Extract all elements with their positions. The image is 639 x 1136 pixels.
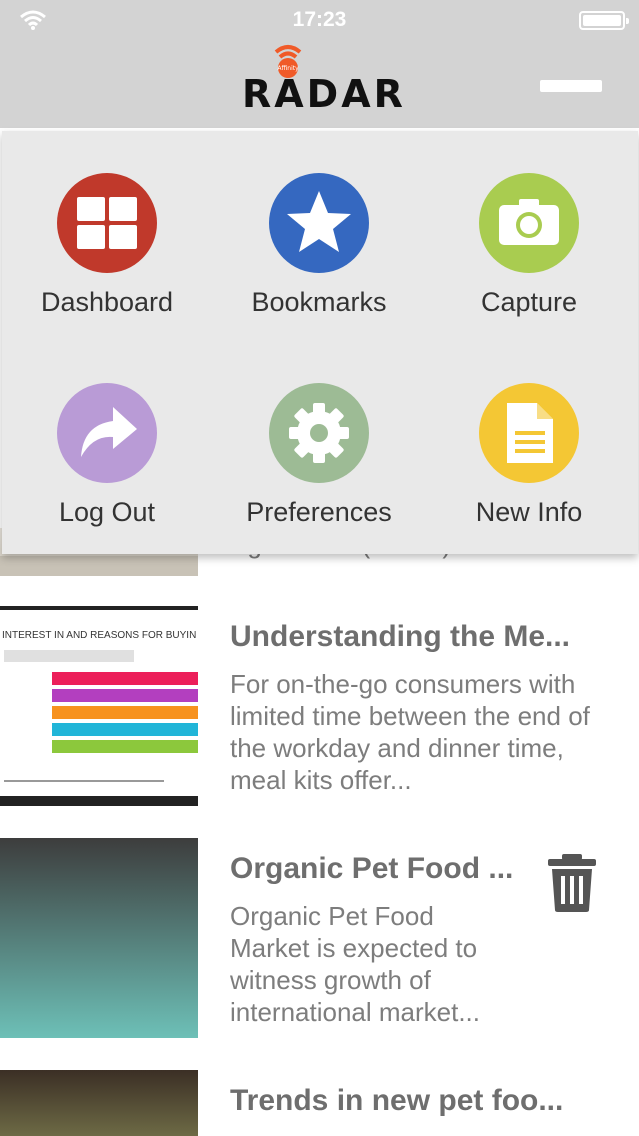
menu-item-label: Dashboard (40, 287, 174, 317)
article-thumbnail (0, 838, 198, 1038)
menu-item-dashboard[interactable]: Dashboard (2, 131, 212, 331)
gear-icon (269, 383, 369, 483)
menu-item-bookmarks[interactable]: Bookmarks (214, 131, 424, 331)
list-item[interactable]: INTEREST IN AND REASONS FOR BUYIN Unders… (0, 606, 639, 806)
article-thumbnail (0, 1070, 198, 1136)
top-bar: 17:23 Affinity RADAR (0, 0, 639, 128)
menu-item-label: Bookmarks (251, 287, 387, 317)
menu-item-logout[interactable]: Log Out (2, 341, 212, 541)
list-item[interactable]: Trends in new pet foo... (0, 1070, 639, 1136)
camera-icon (479, 173, 579, 273)
navigation-menu: Dashboard Bookmarks Capture Log Out Pref… (2, 131, 638, 554)
menu-item-label: Preferences (246, 497, 392, 527)
document-icon (479, 383, 579, 483)
status-time: 17:23 (292, 8, 347, 31)
dashboard-grid-icon (57, 173, 157, 273)
list-item[interactable]: Organic Pet Food ... Organic Pet Food Ma… (0, 838, 639, 1038)
logo-badge: Affinity (277, 65, 299, 72)
app-logo: Affinity RADAR (240, 44, 403, 116)
star-icon (269, 173, 369, 273)
menu-item-preferences[interactable]: Preferences (214, 341, 424, 541)
menu-item-label: New Info (475, 497, 583, 527)
menu-item-new-info[interactable]: New Info (424, 341, 634, 541)
article-description: For on-the-go consumers with limited tim… (230, 669, 590, 795)
battery-icon (579, 11, 629, 30)
trash-icon[interactable] (546, 854, 598, 912)
article-thumbnail: INTEREST IN AND REASONS FOR BUYIN (0, 606, 198, 806)
article-title: Organic Pet Food ... (230, 852, 514, 885)
menu-item-label: Capture (480, 287, 578, 317)
article-description: Organic Pet Food Market is expected to w… (230, 901, 481, 1027)
article-title: Understanding the Me... (230, 620, 571, 653)
thumbnail-title: INTEREST IN AND REASONS FOR BUYIN (2, 630, 197, 641)
menu-item-label: Log Out (58, 497, 156, 527)
logo-text: RADAR (242, 72, 406, 116)
menu-toggle-button[interactable] (540, 80, 602, 92)
article-title: Trends in new pet foo... (230, 1084, 564, 1117)
share-arrow-icon (57, 383, 157, 483)
menu-item-capture[interactable]: Capture (424, 131, 634, 331)
